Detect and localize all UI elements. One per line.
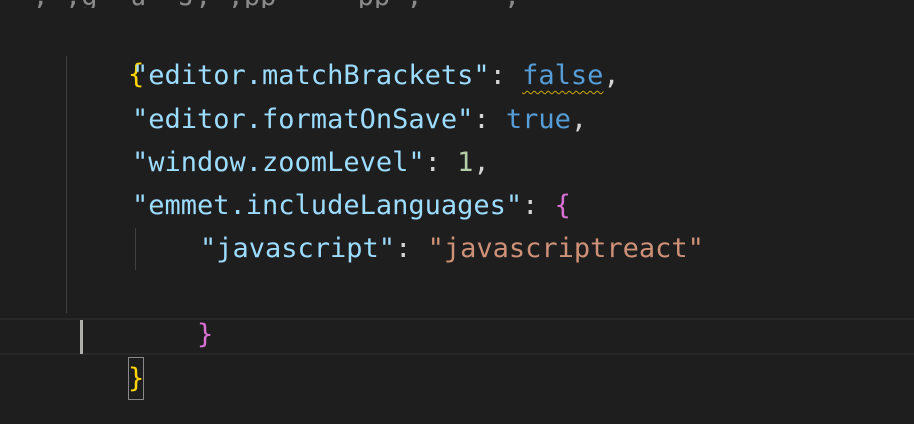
setting-key: "editor.formatOnSave" — [132, 104, 474, 135]
comma: , — [570, 104, 588, 135]
nested-value: "javascriptreact" — [427, 233, 704, 264]
code-line-2[interactable]: "editor.matchBrackets": false, — [132, 54, 620, 97]
partial-previous-line: , ,g u J, ,pp pp , , — [0, 0, 914, 8]
text-cursor — [80, 320, 83, 354]
code-line-7[interactable]: } — [132, 270, 213, 350]
close-brace: } — [128, 357, 145, 400]
nested-close-brace: } — [197, 319, 214, 350]
nested-open-brace: { — [554, 190, 571, 221]
colon: : — [424, 147, 458, 178]
colon: : — [473, 104, 506, 135]
nested-key: "javascript" — [200, 233, 396, 264]
comma: , — [473, 147, 490, 178]
setting-value-warning[interactable]: false — [522, 60, 603, 91]
comma: , — [603, 60, 620, 91]
code-line-3[interactable]: "editor.formatOnSave": true, — [132, 98, 587, 141]
code-line-8[interactable]: } — [63, 314, 145, 400]
setting-value: 1 — [457, 147, 474, 178]
colon: : — [489, 60, 523, 91]
setting-key: "window.zoomLevel" — [132, 147, 425, 178]
setting-key: "emmet.includeLanguages" — [132, 190, 523, 221]
indent-guide-inner — [135, 228, 136, 270]
code-line-1[interactable]: { — [63, 10, 144, 90]
setting-value: true — [505, 104, 571, 135]
code-editor[interactable]: , ,g u J, ,pp pp , , { "editor.matchBrac… — [0, 0, 914, 424]
code-line-5[interactable]: "emmet.includeLanguages": { — [132, 184, 571, 227]
code-line-6[interactable]: "javascript": "javascriptreact" — [200, 227, 704, 270]
code-line-4[interactable]: "window.zoomLevel": 1, — [132, 141, 490, 184]
colon: : — [395, 233, 428, 264]
setting-key: "editor.matchBrackets" — [132, 60, 490, 91]
colon: : — [522, 190, 555, 221]
